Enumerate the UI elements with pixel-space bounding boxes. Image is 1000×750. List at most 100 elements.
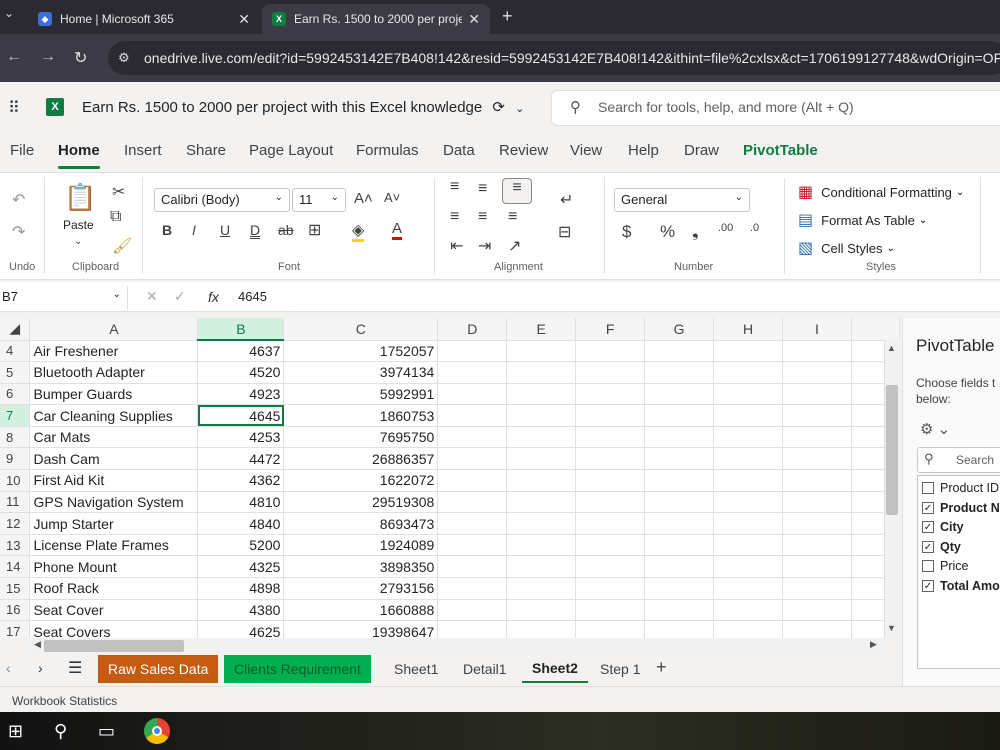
empty-cell[interactable] <box>644 447 715 471</box>
row-header[interactable]: 14 <box>0 555 31 579</box>
column-header[interactable]: I <box>782 318 852 341</box>
empty-cell[interactable] <box>782 620 852 638</box>
empty-cell[interactable] <box>575 340 646 363</box>
cell-product[interactable]: License Plate Frames <box>29 534 199 557</box>
cell-total[interactable]: 7695750 <box>283 426 439 449</box>
row-header[interactable]: 7 <box>0 404 31 427</box>
wrap-text-icon[interactable]: ↵ <box>560 190 573 210</box>
empty-cell[interactable] <box>575 599 646 622</box>
align-middle-icon[interactable]: ≡ <box>478 180 487 198</box>
empty-cell[interactable] <box>437 512 508 535</box>
align-center-icon[interactable]: ≡ <box>478 208 487 226</box>
empty-cell[interactable] <box>644 340 715 363</box>
empty-cell[interactable] <box>575 361 646 384</box>
chevron-down-icon[interactable]: ⌄ <box>74 236 82 247</box>
scroll-down-icon[interactable]: ▼ <box>887 623 896 633</box>
scroll-right-icon[interactable]: ▶ <box>870 639 877 650</box>
empty-cell[interactable] <box>713 534 783 557</box>
column-header[interactable]: G <box>644 318 715 341</box>
cell-product[interactable]: Car Cleaning Supplies <box>29 404 199 427</box>
empty-cell[interactable] <box>713 340 783 363</box>
empty-cell[interactable] <box>782 383 852 406</box>
cell-qty[interactable]: 4898 <box>197 577 285 600</box>
column-header[interactable]: E <box>506 318 577 341</box>
cell-qty[interactable]: 4923 <box>197 383 285 406</box>
cut-icon[interactable]: ✂ <box>112 182 125 202</box>
empty-cell[interactable] <box>782 577 852 600</box>
checkbox-checked-icon[interactable]: ✓ <box>922 540 934 553</box>
empty-cell[interactable] <box>506 469 577 492</box>
format-painter-icon[interactable]: 🖌 <box>112 236 132 256</box>
empty-cell[interactable] <box>506 534 577 557</box>
row-header[interactable]: 4 <box>0 340 31 363</box>
scroll-left-icon[interactable]: ◀ <box>34 639 41 650</box>
close-tab-icon[interactable]: ✕ <box>238 11 250 28</box>
new-tab-icon[interactable]: + <box>502 6 513 27</box>
align-right-icon[interactable]: ≡ <box>508 208 517 226</box>
empty-cell[interactable] <box>644 426 715 449</box>
empty-cell[interactable] <box>575 447 646 471</box>
cell-product[interactable]: Air Freshener <box>29 340 199 363</box>
cell-qty[interactable]: 4472 <box>197 447 285 471</box>
close-tab-icon[interactable]: ✕ <box>468 11 480 28</box>
windows-start-icon[interactable]: ⊞ <box>8 721 23 742</box>
decrease-indent-icon[interactable]: ⇤ <box>450 236 463 256</box>
cell-qty[interactable]: 4625 <box>197 620 285 638</box>
cell-total[interactable]: 26886357 <box>283 447 439 471</box>
tab-home[interactable]: Home <box>58 142 100 159</box>
merge-center-icon[interactable]: ⊟ <box>558 222 571 242</box>
next-sheet-icon[interactable]: › <box>38 660 43 676</box>
cell-product[interactable]: Bluetooth Adapter <box>29 361 199 384</box>
empty-cell[interactable] <box>644 491 715 514</box>
empty-cell[interactable] <box>575 620 646 638</box>
gear-icon[interactable]: ⚙ ⌄ <box>920 420 950 438</box>
row-header[interactable]: 13 <box>0 534 31 557</box>
column-header[interactable]: D <box>437 318 508 341</box>
empty-cell[interactable] <box>713 469 783 492</box>
increase-font-icon[interactable]: A˄ <box>354 190 373 207</box>
cell-total[interactable]: 3898350 <box>283 555 439 579</box>
empty-cell[interactable] <box>437 534 508 557</box>
italic-icon[interactable]: I <box>192 222 196 238</box>
sheet-tab[interactable]: Sheet2 <box>522 655 588 683</box>
empty-cell[interactable] <box>506 512 577 535</box>
browser-tab-excel[interactable]: X Earn Rs. 1500 to 2000 per proje ✕ <box>262 4 490 34</box>
pivot-field-item[interactable]: ✓ Product N <box>922 501 1000 515</box>
column-header[interactable]: A <box>29 318 199 341</box>
cell-styles-button[interactable]: ▧ Cell Styles ⌄ <box>798 238 895 258</box>
row-header[interactable]: 17 <box>0 620 31 638</box>
empty-cell[interactable] <box>437 426 508 449</box>
document-title[interactable]: Earn Rs. 1500 to 2000 per project with t… <box>82 98 524 116</box>
empty-cell[interactable] <box>782 361 852 384</box>
empty-cell[interactable] <box>644 361 715 384</box>
cell-product[interactable]: Phone Mount <box>29 555 199 579</box>
empty-cell[interactable] <box>575 512 646 535</box>
empty-cell[interactable] <box>644 577 715 600</box>
cell-product[interactable]: Seat Cover <box>29 599 199 622</box>
paste-button[interactable]: Paste <box>63 218 94 232</box>
sheet-tab[interactable]: Raw Sales Data <box>98 655 219 683</box>
empty-cell[interactable] <box>506 555 577 579</box>
tab-file[interactable]: File <box>10 142 34 159</box>
align-top-icon[interactable]: ≡ <box>450 178 459 196</box>
cell-qty[interactable]: 4810 <box>197 491 285 514</box>
align-bottom-icon[interactable]: ≡ <box>502 178 532 204</box>
empty-cell[interactable] <box>437 620 508 638</box>
tab-pivottable[interactable]: PivotTable <box>743 142 818 159</box>
cancel-icon[interactable]: ✕ <box>146 288 158 305</box>
tab-review[interactable]: Review <box>499 142 548 159</box>
empty-cell[interactable] <box>575 426 646 449</box>
cell-total[interactable]: 19398647 <box>283 620 439 638</box>
checkbox-icon[interactable] <box>922 482 934 494</box>
empty-cell[interactable] <box>644 404 715 427</box>
scroll-up-icon[interactable]: ▲ <box>887 343 896 353</box>
empty-cell[interactable] <box>437 361 508 384</box>
empty-cell[interactable] <box>782 426 852 449</box>
empty-cell[interactable] <box>713 404 783 427</box>
empty-cell[interactable] <box>575 577 646 600</box>
cell-product[interactable]: Seat Covers <box>29 620 199 638</box>
column-header[interactable] <box>851 318 900 341</box>
tab-help[interactable]: Help <box>628 142 659 159</box>
empty-cell[interactable] <box>506 491 577 514</box>
percent-icon[interactable]: % <box>660 222 675 242</box>
